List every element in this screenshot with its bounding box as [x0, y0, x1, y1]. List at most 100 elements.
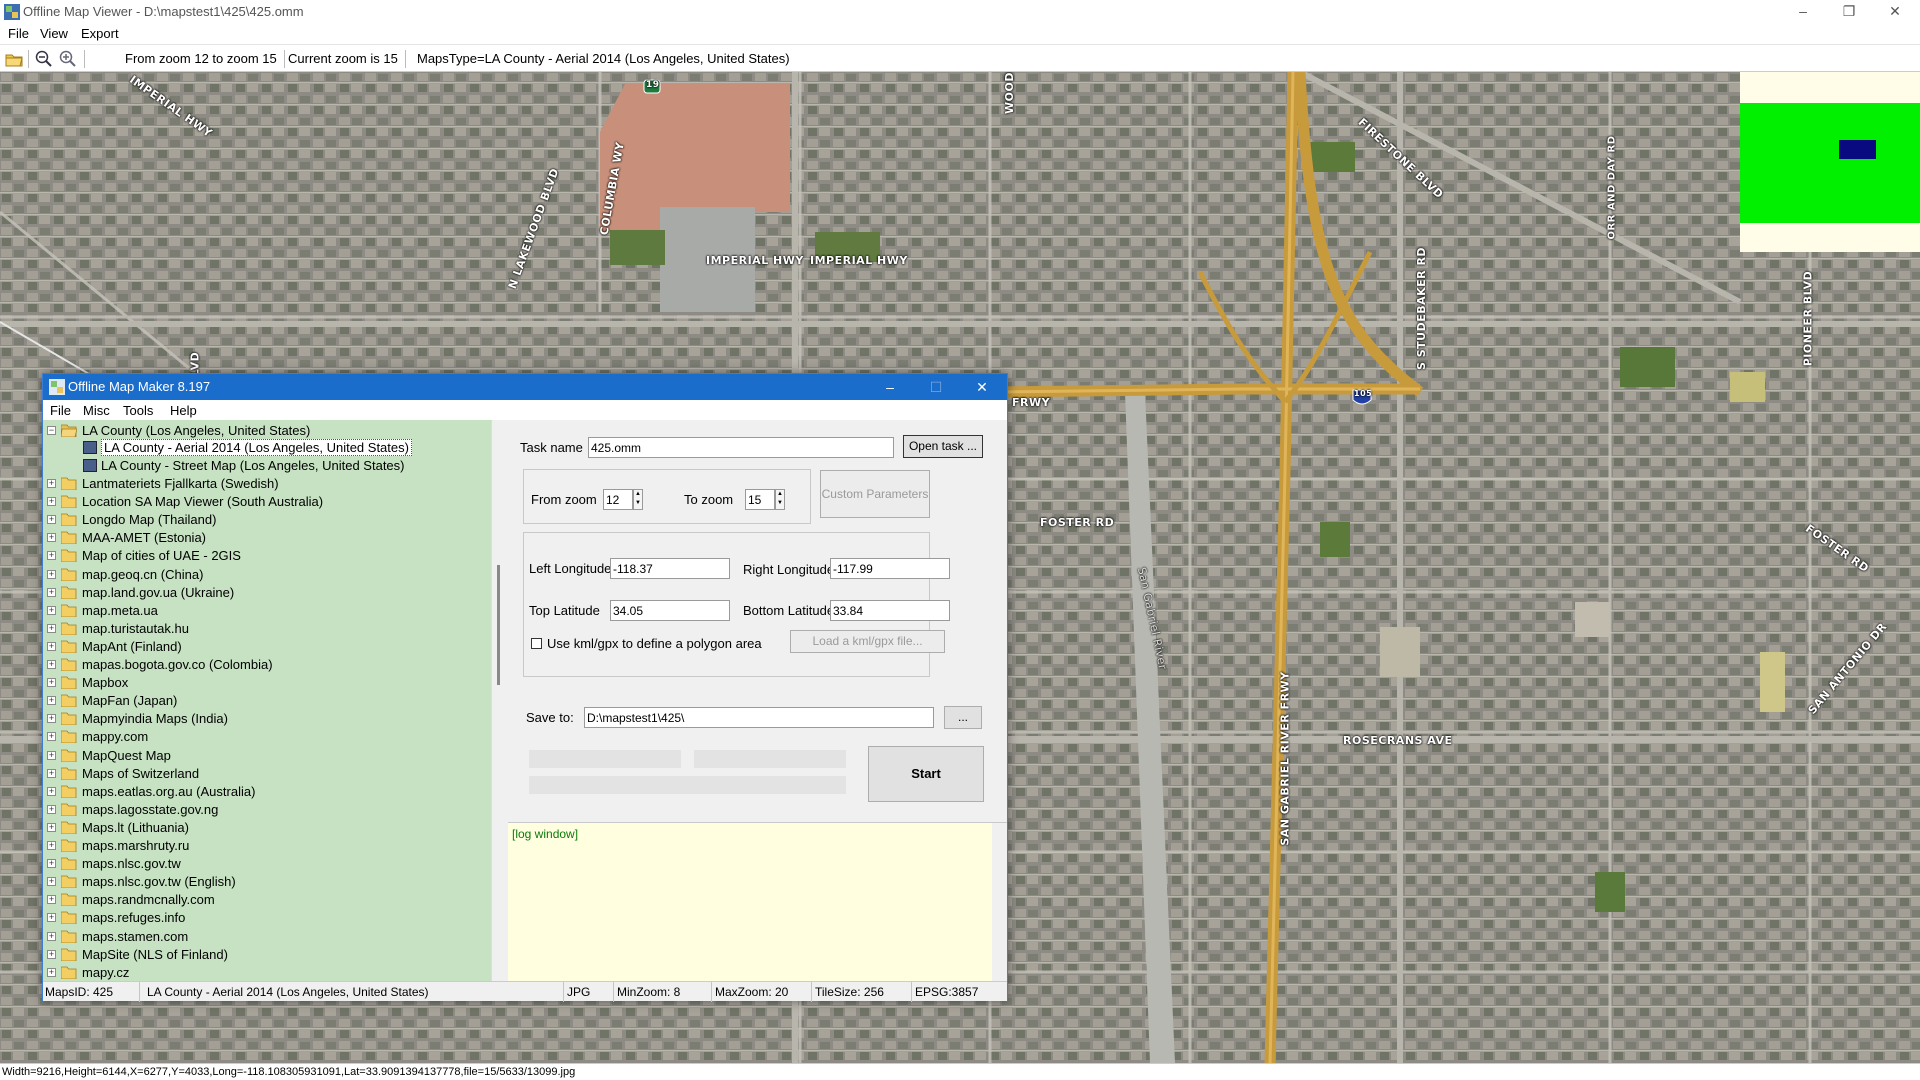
open-task-button[interactable]: Open task ... — [903, 435, 983, 458]
tree-folder-item[interactable]: + MapAnt (Finland) — [47, 638, 487, 656]
menu-file[interactable]: File — [8, 26, 29, 41]
start-button[interactable]: Start — [868, 746, 984, 802]
tree-folder-item[interactable]: + maps.nlsc.gov.tw — [47, 855, 487, 873]
close-button[interactable]: ✕ — [1872, 0, 1918, 24]
expand-icon[interactable]: + — [47, 949, 56, 959]
dialog-minimize-button[interactable]: – — [867, 374, 913, 400]
tree-folder-item[interactable]: + maps.randmcnally.com — [47, 891, 487, 909]
zoom-in-icon[interactable] — [58, 49, 78, 69]
tree-folder-item[interactable]: + Map of cities of UAE - 2GIS — [47, 547, 487, 565]
expand-icon[interactable]: + — [47, 551, 56, 561]
tree-folder-item[interactable]: + map.geoq.cn (China) — [47, 566, 487, 584]
map-source-tree[interactable]: − LA County (Los Angeles, United States)… — [43, 420, 491, 981]
minimap-viewport-indicator[interactable] — [1839, 140, 1876, 159]
tree-folder-item[interactable]: + MapSite (NLS of Finland) — [47, 946, 487, 964]
expand-icon[interactable]: + — [47, 605, 56, 615]
expand-icon[interactable]: + — [47, 859, 56, 869]
tree-folder-item[interactable]: + Lantmateriets Fjallkarta (Swedish) — [47, 475, 487, 493]
to-zoom-spinner[interactable]: ▲ ▼ — [775, 489, 785, 510]
expand-icon[interactable]: + — [47, 822, 56, 832]
menu-view[interactable]: View — [40, 26, 68, 41]
expand-icon[interactable]: + — [47, 967, 56, 977]
tree-folder-item[interactable]: + map.turistautak.hu — [47, 620, 487, 638]
expand-icon[interactable]: + — [47, 714, 56, 724]
expand-icon[interactable]: + — [47, 696, 56, 706]
expand-icon[interactable]: + — [47, 678, 56, 688]
log-window[interactable]: [log window] — [508, 822, 1007, 982]
tree-folder-item[interactable]: + Maps of Switzerland — [47, 765, 487, 783]
open-folder-icon[interactable] — [4, 49, 24, 69]
expand-icon[interactable]: + — [47, 623, 56, 633]
tree-folder-item[interactable]: + maps.refuges.info — [47, 909, 487, 927]
tree-folder-item[interactable]: + Maps.lt (Lithuania) — [47, 819, 487, 837]
expand-icon[interactable]: + — [47, 895, 56, 905]
zoom-out-icon[interactable] — [34, 49, 54, 69]
tree-item-la-county[interactable]: − LA County (Los Angeles, United States) — [47, 422, 487, 440]
minimize-button[interactable]: – — [1780, 0, 1826, 24]
expand-icon[interactable]: + — [47, 497, 56, 507]
expand-icon[interactable]: + — [47, 587, 56, 597]
bottom-latitude-input[interactable]: 33.84 — [830, 600, 950, 621]
tree-item-label: Location SA Map Viewer (South Australia) — [82, 494, 324, 510]
expand-icon[interactable]: + — [47, 768, 56, 778]
expand-icon[interactable]: + — [47, 660, 56, 669]
right-longitude-input[interactable]: -117.99 — [830, 558, 950, 579]
tree-folder-item[interactable]: + maps.stamen.com — [47, 928, 487, 946]
tree-folder-item[interactable]: + map.land.gov.ua (Ukraine) — [47, 584, 487, 602]
tree-folder-item[interactable]: + mapas.bogota.gov.co (Colombia) — [47, 656, 487, 674]
tree-item-la-county-aerial[interactable]: LA County - Aerial 2014 (Los Angeles, Un… — [83, 439, 483, 457]
collapse-icon[interactable]: − — [47, 426, 56, 435]
tree-folder-item[interactable]: + maps.marshruty.ru — [47, 837, 487, 855]
folder-icon — [61, 495, 77, 509]
tree-folder-item[interactable]: + MAA-AMET (Estonia) — [47, 529, 487, 547]
tree-folder-item[interactable]: + maps.nlsc.gov.tw (English) — [47, 873, 487, 891]
dialog-status-bar: MapsID: 425 LA County - Aerial 2014 (Los… — [43, 981, 1007, 1002]
top-latitude-input[interactable]: 34.05 — [610, 600, 730, 621]
expand-icon[interactable]: + — [47, 804, 56, 814]
expand-icon[interactable]: + — [47, 732, 56, 742]
tree-folder-item[interactable]: + maps.lagosstate.gov.ng — [47, 801, 487, 819]
to-zoom-input[interactable]: 15 — [745, 489, 775, 510]
browse-button[interactable]: ... — [944, 706, 982, 729]
task-name-input[interactable]: 425.omm — [588, 437, 894, 458]
from-zoom-input[interactable]: 12 — [603, 489, 633, 510]
overview-minimap[interactable] — [1740, 72, 1920, 252]
expand-icon[interactable]: + — [47, 786, 56, 796]
expand-icon[interactable]: + — [47, 913, 56, 923]
expand-icon[interactable]: + — [47, 515, 56, 525]
tree-folder-item[interactable]: + mapy.cz — [47, 964, 487, 981]
use-kml-checkbox[interactable] — [531, 638, 542, 649]
expand-icon[interactable]: + — [47, 533, 56, 543]
tree-folder-item[interactable]: + maps.eatlas.org.au (Australia) — [47, 783, 487, 801]
tree-folder-item[interactable]: + map.meta.ua — [47, 602, 487, 620]
tree-folder-item[interactable]: + mappy.com — [47, 728, 487, 746]
expand-icon[interactable]: + — [47, 750, 56, 760]
dialog-close-button[interactable]: ✕ — [959, 374, 1005, 400]
menu-export[interactable]: Export — [81, 26, 119, 41]
tree-folder-item[interactable]: + MapQuest Map — [47, 747, 487, 765]
expand-icon[interactable]: + — [47, 569, 56, 579]
tree-item-la-county-street[interactable]: LA County - Street Map (Los Angeles, Uni… — [83, 457, 483, 475]
tree-folder-item[interactable]: + Mapmyindia Maps (India) — [47, 710, 487, 728]
save-to-input[interactable]: D:\mapstest1\425\ — [584, 707, 934, 728]
tree-folder-item[interactable]: + Location SA Map Viewer (South Australia… — [47, 493, 487, 511]
log-scrollbar[interactable] — [992, 823, 1007, 982]
tree-folder-item[interactable]: + Mapbox — [47, 674, 487, 692]
dialog-menu-tools[interactable]: Tools — [123, 403, 153, 418]
tree-folder-item[interactable]: + MapFan (Japan) — [47, 692, 487, 710]
expand-icon[interactable]: + — [47, 479, 56, 488]
tree-scrollbar[interactable] — [491, 420, 508, 981]
expand-icon[interactable]: + — [47, 641, 56, 651]
expand-icon[interactable]: + — [47, 841, 56, 850]
expand-icon[interactable]: + — [47, 931, 56, 941]
from-zoom-spinner[interactable]: ▲ ▼ — [633, 489, 643, 510]
expand-icon[interactable]: + — [47, 877, 56, 887]
scrollbar-thumb[interactable] — [497, 565, 500, 685]
restore-button[interactable]: ❐ — [1826, 0, 1872, 24]
dialog-title-bar[interactable]: Offline Map Maker 8.197 – ☐ ✕ — [43, 374, 1007, 400]
dialog-menu-misc[interactable]: Misc — [83, 403, 110, 418]
dialog-menu-file[interactable]: File — [50, 403, 71, 418]
left-longitude-input[interactable]: -118.37 — [610, 558, 730, 579]
tree-folder-item[interactable]: + Longdo Map (Thailand) — [47, 511, 487, 529]
dialog-menu-help[interactable]: Help — [170, 403, 197, 418]
